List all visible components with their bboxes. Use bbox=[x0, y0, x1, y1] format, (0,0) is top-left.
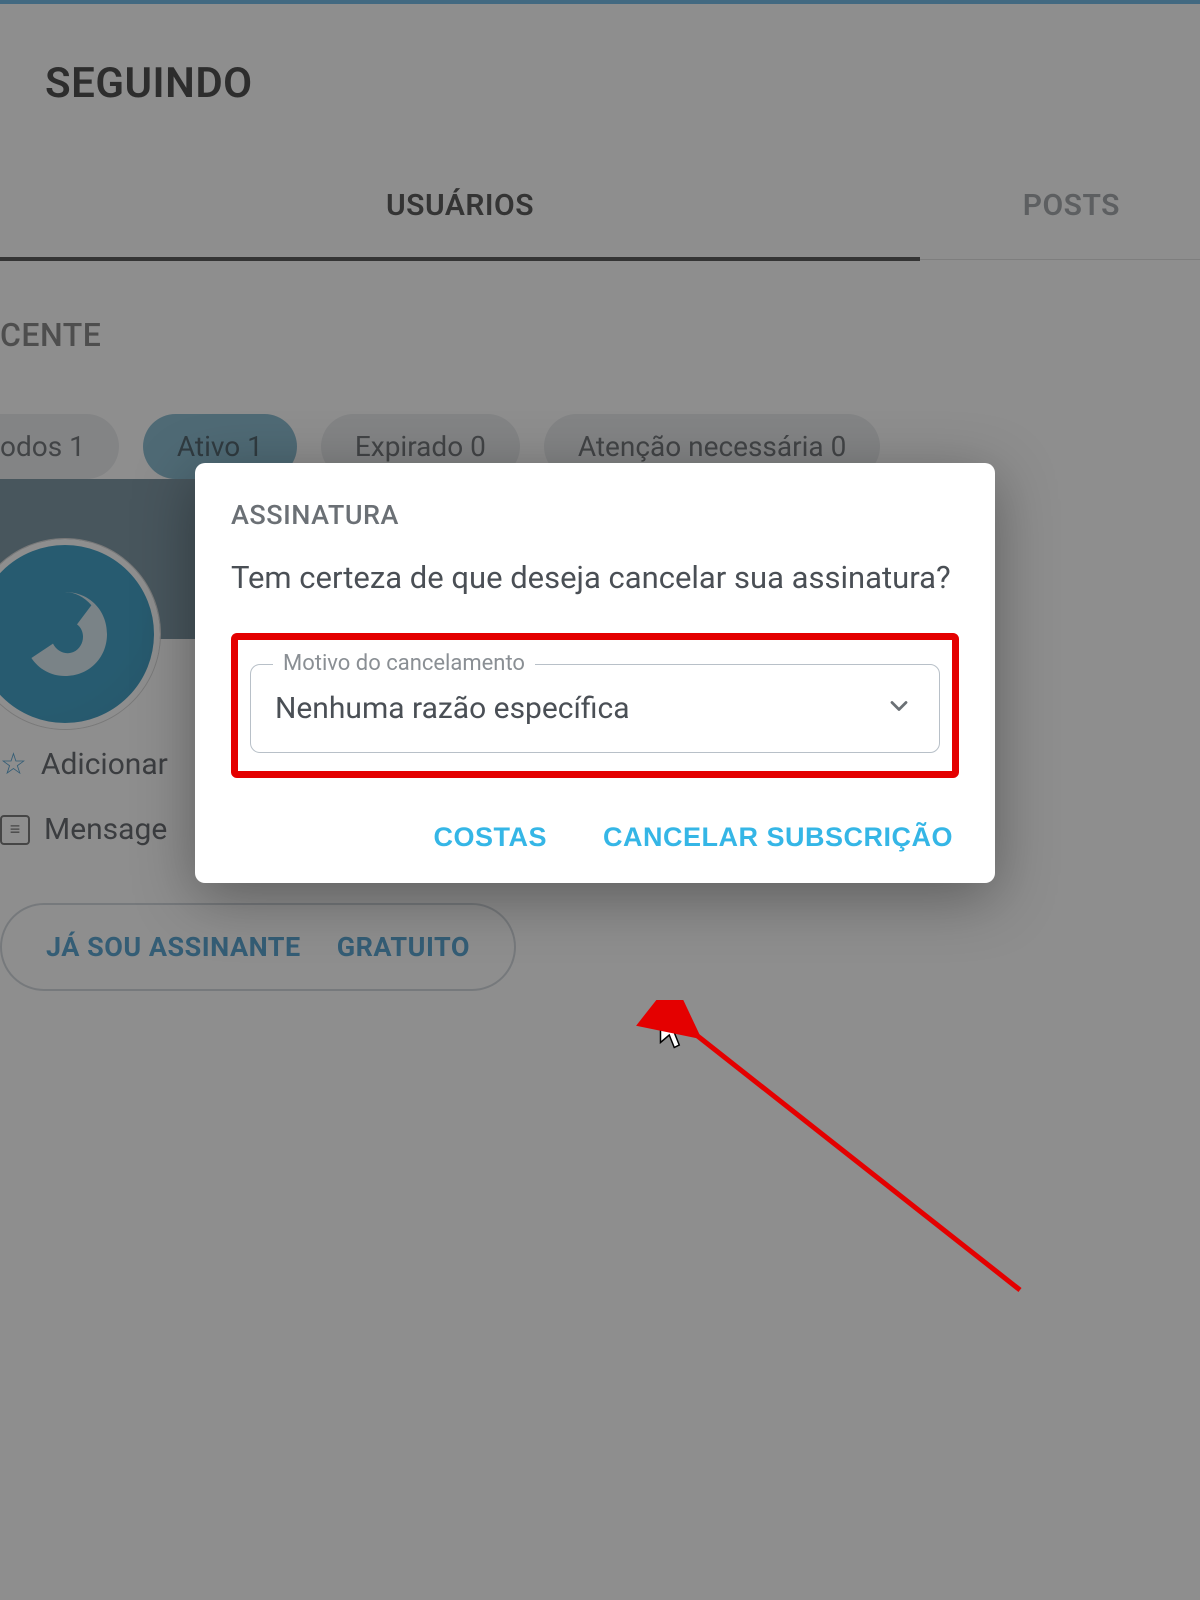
chevron-down-icon bbox=[885, 692, 913, 724]
annotation-highlight-box: Motivo do cancelamento Nenhuma razão esp… bbox=[231, 633, 959, 778]
back-button[interactable]: COSTAS bbox=[433, 822, 547, 853]
cancel-reason-value: Nenhuma razão específica bbox=[275, 691, 915, 726]
cancel-subscription-modal: ASSINATURA Tem certeza de que deseja can… bbox=[195, 463, 995, 883]
cancel-reason-legend: Motivo do cancelamento bbox=[273, 651, 535, 676]
modal-title: ASSINATURA bbox=[231, 499, 959, 531]
cancel-reason-select[interactable]: Motivo do cancelamento Nenhuma razão esp… bbox=[250, 664, 940, 753]
modal-action-row: COSTAS CANCELAR SUBSCRIÇÃO bbox=[231, 822, 959, 853]
modal-body-text: Tem certeza de que deseja cancelar sua a… bbox=[231, 557, 959, 599]
cancel-subscription-button[interactable]: CANCELAR SUBSCRIÇÃO bbox=[603, 822, 953, 853]
